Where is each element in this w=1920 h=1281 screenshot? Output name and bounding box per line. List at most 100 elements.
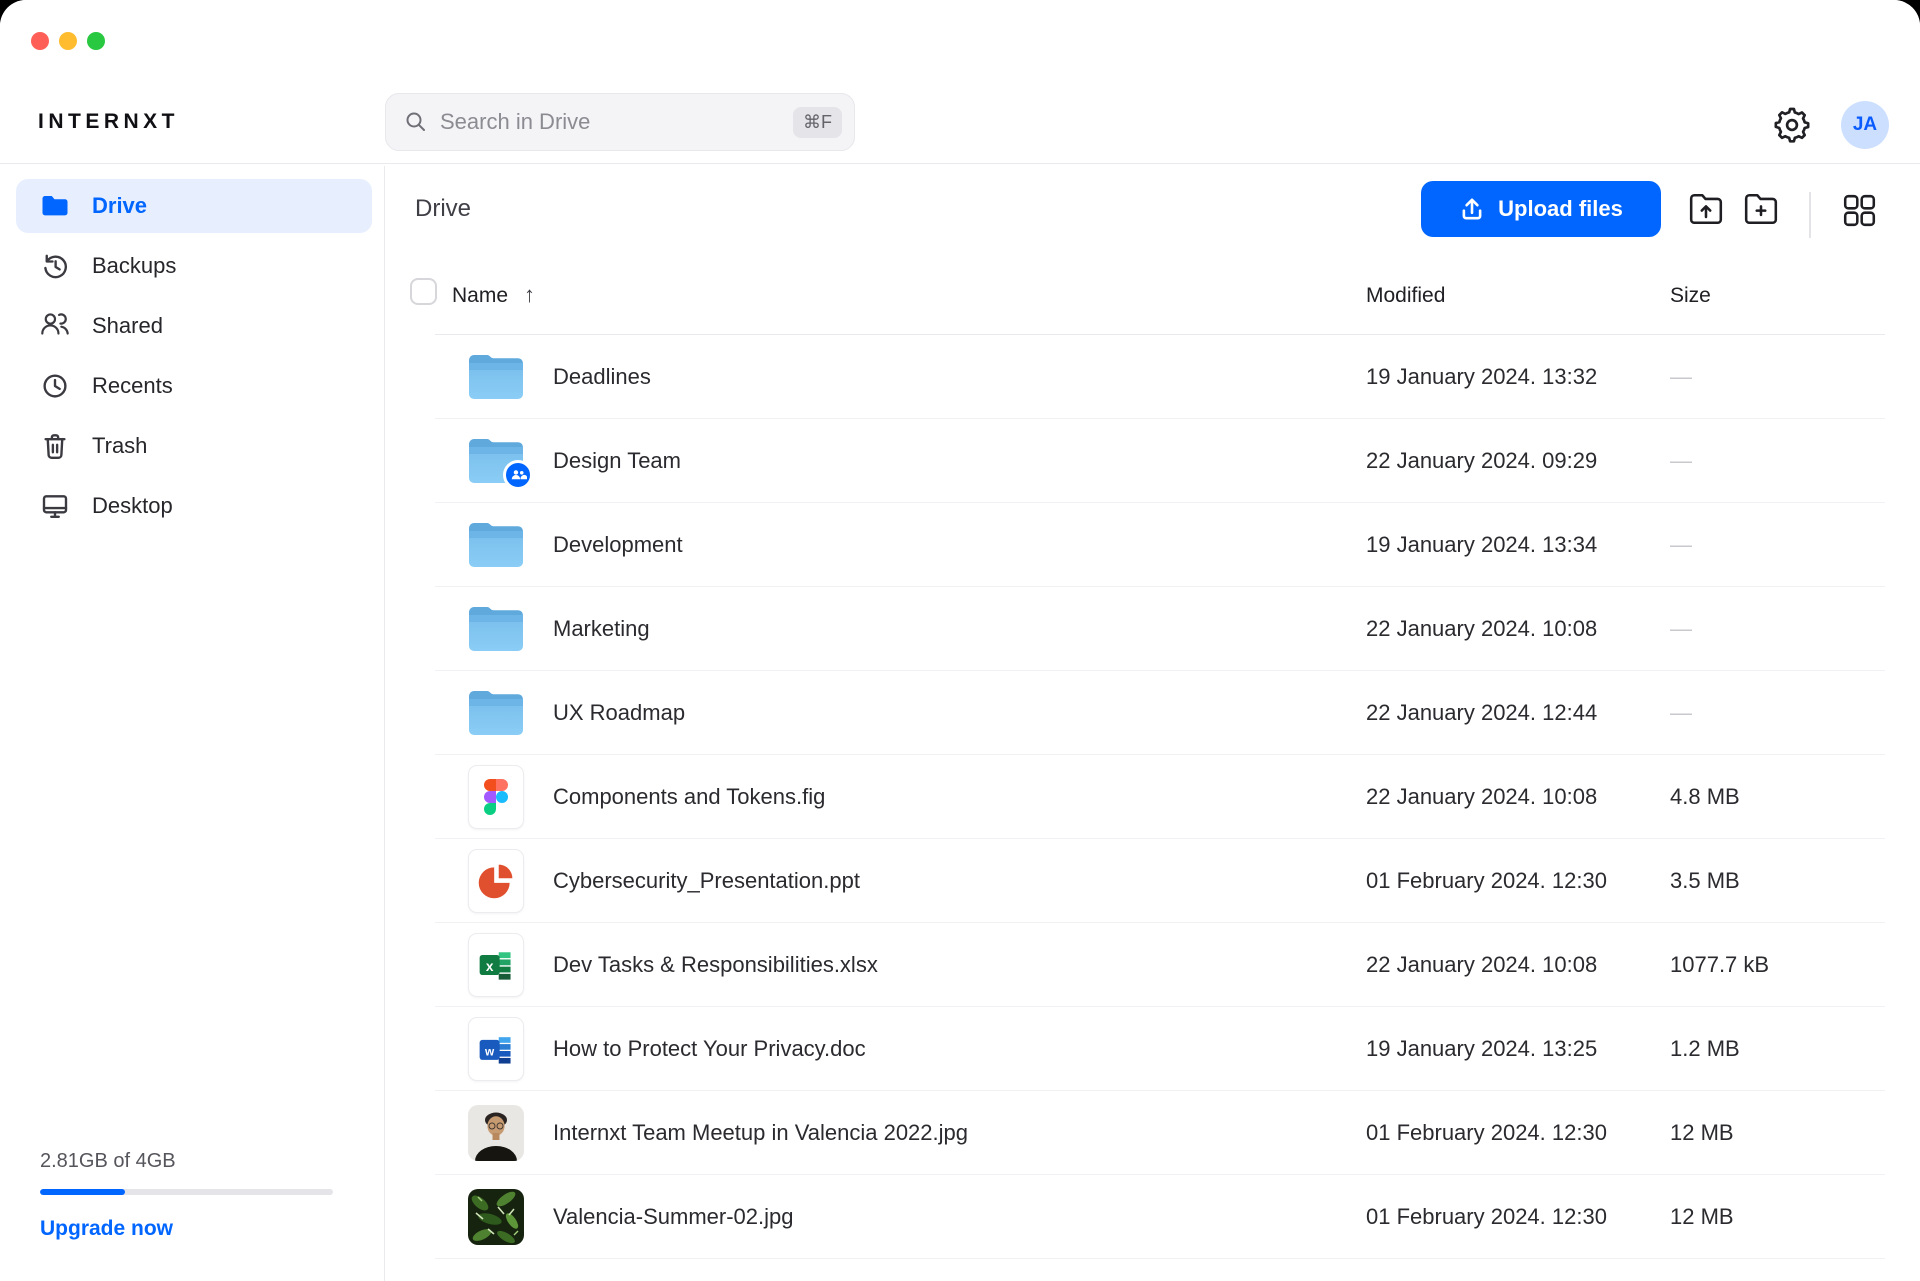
- file-list: Deadlines 19 January 2024. 13:32 — Desig…: [435, 335, 1885, 1259]
- file-size: 1077.7 kB: [1670, 923, 1769, 1007]
- storage-progress-bar: [40, 1189, 333, 1195]
- sort-ascending-icon[interactable]: ↑: [524, 282, 535, 308]
- main-content: Drive Upload files: [385, 166, 1920, 1281]
- powerpoint-icon: [468, 849, 524, 913]
- page-title: Drive: [415, 195, 471, 223]
- file-modified-date: 22 January 2024. 10:08: [1366, 923, 1597, 1007]
- settings-gear-icon[interactable]: [1773, 106, 1811, 144]
- upgrade-now-link[interactable]: Upgrade now: [40, 1217, 173, 1241]
- sidebar-item-label: Recents: [92, 373, 173, 399]
- folder-filled-icon: [40, 191, 70, 221]
- file-row[interactable]: Internxt Team Meetup in Valencia 2022.jp…: [435, 1091, 1885, 1175]
- file-size: —: [1670, 335, 1692, 419]
- svg-text:w: w: [484, 1044, 495, 1058]
- traffic-light-zoom-button[interactable]: [87, 32, 105, 50]
- file-name: Internxt Team Meetup in Valencia 2022.jp…: [553, 1091, 968, 1175]
- file-row[interactable]: w How to Protect Your Privacy.doc 19 Jan…: [435, 1007, 1885, 1091]
- traffic-light-close-button[interactable]: [31, 32, 49, 50]
- file-modified-date: 19 January 2024. 13:32: [1366, 335, 1597, 419]
- trash-icon: [40, 431, 70, 461]
- search-icon: [404, 110, 428, 134]
- grid-view-icon[interactable]: [1843, 194, 1876, 227]
- table-header: Name ↑ Modified Size: [385, 262, 1885, 334]
- storage-usage-text: 2.81GB of 4GB: [40, 1150, 333, 1173]
- file-name: Cybersecurity_Presentation.ppt: [553, 839, 860, 923]
- file-row[interactable]: Design Team 22 January 2024. 09:29 —: [435, 419, 1885, 503]
- sidebar: Drive Backups Shared Recents Trash Deskt…: [0, 166, 385, 1281]
- file-modified-date: 01 February 2024. 12:30: [1366, 1091, 1607, 1175]
- file-size: 3.5 MB: [1670, 839, 1740, 923]
- traffic-light-minimize-button[interactable]: [59, 32, 77, 50]
- file-row[interactable]: x Dev Tasks & Responsibilities.xlsx 22 J…: [435, 923, 1885, 1007]
- folder-icon: [467, 604, 525, 654]
- file-size: —: [1670, 671, 1692, 755]
- storage-widget: 2.81GB of 4GB Upgrade now: [40, 1150, 333, 1241]
- app-window: INTERNXT ⌘F JA Drive Backups Shared: [0, 0, 1920, 1281]
- figma-icon: [468, 765, 524, 829]
- folder-icon: [467, 352, 525, 402]
- photo-thumbnail: [468, 1189, 524, 1245]
- user-avatar[interactable]: JA: [1841, 101, 1889, 149]
- folder-icon: [467, 436, 525, 486]
- internxt-logo: INTERNXT: [38, 110, 179, 134]
- file-modified-date: 19 January 2024. 13:34: [1366, 503, 1597, 587]
- file-modified-date: 22 January 2024. 09:29: [1366, 419, 1597, 503]
- sidebar-item-backups[interactable]: Backups: [16, 239, 372, 293]
- sidebar-item-recents[interactable]: Recents: [16, 359, 372, 413]
- upload-icon: [1459, 196, 1485, 222]
- excel-icon: x: [468, 933, 524, 997]
- storage-progress-fill: [40, 1189, 125, 1195]
- column-header-size: Size: [1670, 284, 1711, 308]
- file-name: Marketing: [553, 587, 650, 671]
- sidebar-item-label: Backups: [92, 253, 176, 279]
- file-name: UX Roadmap: [553, 671, 685, 755]
- search-bar[interactable]: ⌘F: [385, 93, 855, 151]
- file-name: Design Team: [553, 419, 681, 503]
- search-input[interactable]: [440, 109, 793, 135]
- sidebar-item-shared[interactable]: Shared: [16, 299, 372, 353]
- file-name: How to Protect Your Privacy.doc: [553, 1007, 866, 1091]
- file-size: 12 MB: [1670, 1175, 1734, 1259]
- upload-files-button[interactable]: Upload files: [1421, 181, 1661, 237]
- search-shortcut-badge: ⌘F: [793, 107, 842, 138]
- file-row[interactable]: UX Roadmap 22 January 2024. 12:44 —: [435, 671, 1885, 755]
- file-name: Dev Tasks & Responsibilities.xlsx: [553, 923, 878, 1007]
- file-row[interactable]: Development 19 January 2024. 13:34 —: [435, 503, 1885, 587]
- file-size: 4.8 MB: [1670, 755, 1740, 839]
- file-row[interactable]: Cybersecurity_Presentation.ppt 01 Februa…: [435, 839, 1885, 923]
- column-header-name[interactable]: Name: [452, 284, 508, 308]
- file-row[interactable]: Valencia-Summer-02.jpg 01 February 2024.…: [435, 1175, 1885, 1259]
- file-modified-date: 22 January 2024. 10:08: [1366, 755, 1597, 839]
- file-size: —: [1670, 419, 1692, 503]
- upload-folder-icon[interactable]: [1688, 191, 1724, 225]
- folder-icon: [467, 688, 525, 738]
- file-size: 12 MB: [1670, 1091, 1734, 1175]
- sidebar-item-label: Shared: [92, 313, 163, 339]
- sidebar-item-label: Trash: [92, 433, 147, 459]
- sidebar-item-trash[interactable]: Trash: [16, 419, 372, 473]
- file-modified-date: 19 January 2024. 13:25: [1366, 1007, 1597, 1091]
- sidebar-item-label: Desktop: [92, 493, 173, 519]
- file-size: —: [1670, 503, 1692, 587]
- file-row[interactable]: Deadlines 19 January 2024. 13:32 —: [435, 335, 1885, 419]
- toolbar-divider: [1809, 192, 1811, 238]
- file-row[interactable]: Marketing 22 January 2024. 10:08 —: [435, 587, 1885, 671]
- svg-text:x: x: [486, 959, 494, 974]
- file-modified-date: 01 February 2024. 12:30: [1366, 839, 1607, 923]
- file-modified-date: 22 January 2024. 12:44: [1366, 671, 1597, 755]
- file-name: Components and Tokens.fig: [553, 755, 825, 839]
- file-name: Development: [553, 503, 683, 587]
- select-all-checkbox[interactable]: [410, 278, 437, 305]
- file-name: Deadlines: [553, 335, 651, 419]
- word-icon: w: [468, 1017, 524, 1081]
- photo-thumbnail: [468, 1105, 524, 1161]
- column-header-modified: Modified: [1366, 284, 1445, 308]
- sidebar-item-desktop[interactable]: Desktop: [16, 479, 372, 533]
- new-folder-icon[interactable]: [1743, 191, 1779, 225]
- folder-icon: [467, 520, 525, 570]
- upload-button-label: Upload files: [1498, 196, 1623, 222]
- desktop-icon: [40, 491, 70, 521]
- file-row[interactable]: Components and Tokens.fig 22 January 202…: [435, 755, 1885, 839]
- topbar: INTERNXT ⌘F JA: [0, 0, 1920, 164]
- sidebar-item-drive[interactable]: Drive: [16, 179, 372, 233]
